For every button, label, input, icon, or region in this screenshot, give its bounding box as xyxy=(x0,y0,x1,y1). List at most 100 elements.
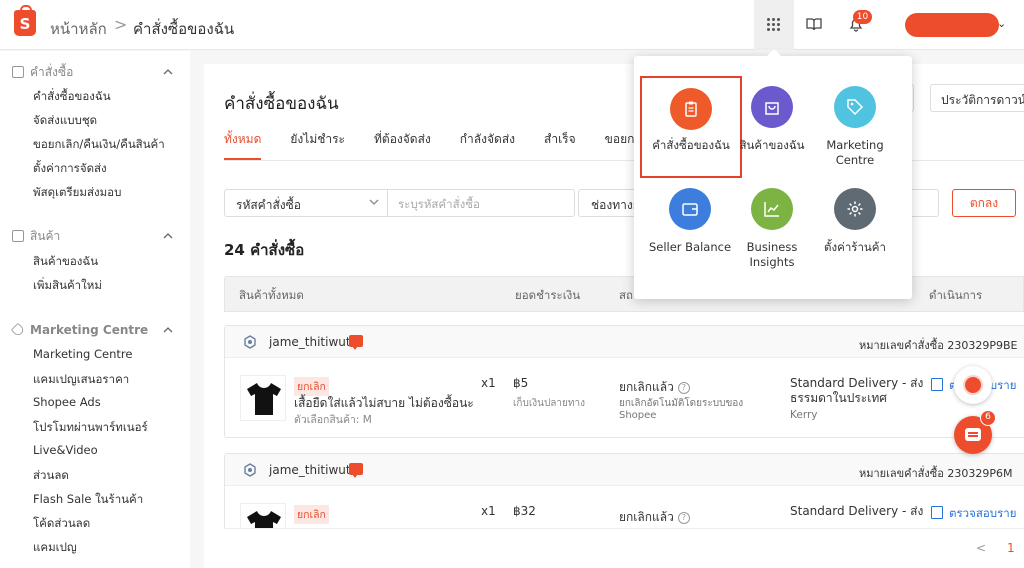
app-my-orders[interactable]: คำสั่งซื้อของฉัน xyxy=(640,76,742,178)
help-icon[interactable]: ? xyxy=(677,381,690,394)
order-count: 24 คำสั่งซื้อ xyxy=(224,241,305,259)
shopee-logo[interactable]: S xyxy=(14,5,36,36)
sidebar-section-marketing[interactable]: Marketing Centre xyxy=(10,321,149,339)
order-total: ฿32 xyxy=(513,504,536,518)
order-status: ยกเลิกแล้ว? xyxy=(619,378,690,397)
product-variant: ตัวเลือกสินค้า: M xyxy=(294,414,372,426)
app-label: คำสั่งซื้อของฉัน xyxy=(652,138,730,152)
app-seller-balance[interactable]: Seller Balance xyxy=(647,188,733,255)
apps-grid-button[interactable] xyxy=(754,0,794,50)
order-number: หมายเลขคำสั่งซื้อ 230329P6M xyxy=(859,467,1013,480)
order-tabs: ทั้งหมด ยังไม่ชำระ ที่ต้องจัดส่ง กำลังจั… xyxy=(224,130,682,160)
app-marketing-centre[interactable]: Marketing Centre xyxy=(812,86,898,168)
sidebar-item-shipping-settings[interactable]: ตั้งค่าการจัดส่ง xyxy=(33,160,107,178)
sidebar-section-title: สินค้า xyxy=(30,228,61,243)
live-button[interactable] xyxy=(954,366,992,404)
sidebar-item-flash-sale[interactable]: Flash Sale ในร้านค้า xyxy=(33,491,143,509)
page-title: คำสั่งซื้อของฉัน xyxy=(224,94,339,114)
app-my-products[interactable]: สินค้าของฉัน xyxy=(729,86,815,153)
order-total: ฿5 xyxy=(513,376,529,390)
app-label: Marketing Centre xyxy=(826,138,884,167)
page-number[interactable]: 1 xyxy=(1007,541,1015,555)
user-account-menu[interactable] xyxy=(905,13,999,37)
sidebar-item-affiliate[interactable]: โปรโมทผ่านพาร์ทเนอร์ xyxy=(33,419,148,437)
breadcrumb-current: คำสั่งซื้อของฉัน xyxy=(133,20,235,38)
sidebar-item-mass-ship[interactable]: จัดส่งแบบชุด xyxy=(33,112,97,130)
chat-icon[interactable] xyxy=(349,463,363,478)
tag-icon xyxy=(834,86,876,128)
order-status-text: ยกเลิกแล้ว xyxy=(619,380,674,394)
chevron-up-icon[interactable] xyxy=(163,231,173,241)
header-product: สินค้าทั้งหมด xyxy=(239,288,304,302)
app-label: Business Insights xyxy=(746,240,798,269)
shopping-bag-icon xyxy=(751,86,793,128)
breadcrumb-home[interactable]: หน้าหลัก xyxy=(50,17,107,41)
wallet-icon xyxy=(669,188,711,230)
order-status: ยกเลิกแล้ว? xyxy=(619,508,690,527)
sidebar-item-discount[interactable]: ส่วนลด xyxy=(33,467,69,485)
app-business-insights[interactable]: Business Insights xyxy=(729,188,815,270)
sidebar-item-returns[interactable]: ขอยกเลิก/คืนเงิน/คืนสินค้า xyxy=(33,136,165,154)
product-qty: x1 xyxy=(481,504,496,518)
prev-page-button[interactable]: < xyxy=(976,541,986,555)
sidebar-item-marketing-centre[interactable]: Marketing Centre xyxy=(33,347,132,361)
buyer-name[interactable]: jame_thitiwut xyxy=(269,335,351,349)
sidebar-section-products[interactable]: สินค้า xyxy=(12,227,60,245)
document-icon xyxy=(931,378,943,391)
sidebar-item-add-product[interactable]: เพิ่มสินค้าใหม่ xyxy=(33,277,102,295)
product-image xyxy=(240,375,286,421)
chat-icon[interactable] xyxy=(349,335,363,350)
chevron-up-icon[interactable] xyxy=(163,67,173,77)
check-details-link[interactable]: ตรวจสอบราย xyxy=(949,505,1016,523)
sidebar-item-shopee-ads[interactable]: Shopee Ads xyxy=(33,395,101,409)
sidebar-item-campaign[interactable]: แคมเปญ xyxy=(33,539,77,557)
order-status-text: ยกเลิกแล้ว xyxy=(619,510,674,524)
product-qty: x1 xyxy=(481,376,496,390)
sidebar-item-vouchers[interactable]: โค้ดส่วนลด xyxy=(33,515,90,533)
document-icon xyxy=(931,506,943,519)
tab-to-ship[interactable]: ที่ต้องจัดส่ง xyxy=(374,130,431,160)
order-card: jame_thitiwut หมายเลขคำสั่งซื้อ 230329P6… xyxy=(224,453,1024,533)
tab-shipping[interactable]: กำลังจัดส่ง xyxy=(460,130,515,160)
sidebar-item-bid-campaign[interactable]: แคมเปญเสนอราคา xyxy=(33,371,129,389)
chat-bubble-icon xyxy=(965,428,981,441)
sidebar-section-title: คำสั่งซื้อ xyxy=(30,64,74,79)
tab-unpaid[interactable]: ยังไม่ชำระ xyxy=(290,130,345,160)
order-header: jame_thitiwut หมายเลขคำสั่งซื้อ 230329P9… xyxy=(225,326,1024,358)
live-icon xyxy=(965,377,981,393)
shipping-channel-select[interactable]: ช่องทางการจัดส่ง xyxy=(578,189,638,217)
chat-badge: 6 xyxy=(980,410,996,426)
chart-line-icon xyxy=(751,188,793,230)
pagination: < 1 xyxy=(224,528,1024,568)
order-status-detail: ยกเลิกอัตโนมัติโดยระบบของ Shopee xyxy=(619,398,744,421)
tag-icon xyxy=(10,322,26,338)
buyer-avatar-icon xyxy=(244,335,256,349)
sidebar-item-my-products[interactable]: สินค้าของฉัน xyxy=(33,253,98,271)
buyer-name[interactable]: jame_thitiwut xyxy=(269,463,351,477)
tshirt-icon xyxy=(247,383,281,415)
tab-completed[interactable]: สำเร็จ xyxy=(544,130,576,160)
book-icon[interactable] xyxy=(806,16,822,32)
sidebar-item-my-orders[interactable]: คำสั่งซื้อของฉัน xyxy=(33,88,111,106)
tab-all[interactable]: ทั้งหมด xyxy=(224,130,262,160)
chevron-down-icon[interactable]: ⌄ xyxy=(997,17,1006,30)
help-icon[interactable]: ? xyxy=(677,511,690,524)
chevron-up-icon[interactable] xyxy=(163,325,173,335)
top-bar: S หน้าหลัก > คำสั่งซื้อของฉัน 10 ⌄ xyxy=(0,0,1024,50)
search-type-select[interactable]: รหัสคำสั่งซื้อ xyxy=(224,189,388,217)
download-history-button[interactable]: ประวัติการดาวน์โหลด xyxy=(930,84,1024,112)
header-total: ยอดชำระเงิน xyxy=(515,288,581,302)
clipboard-icon xyxy=(12,66,24,78)
gear-icon xyxy=(834,188,876,230)
sidebar-section-title: Marketing Centre xyxy=(30,323,149,337)
app-label: สินค้าของฉัน xyxy=(739,138,805,152)
sidebar-section-orders[interactable]: คำสั่งซื้อ xyxy=(12,63,73,81)
search-ok-button[interactable]: ตกลง xyxy=(952,189,1016,217)
shipping-method: Standard Delivery - ส่งธรรมดาในประเทศ xyxy=(790,376,924,405)
apps-popup: คำสั่งซื้อของฉัน สินค้าของฉัน Marketing … xyxy=(634,49,912,299)
order-id-input[interactable]: ระบุรหัสคำสั่งซื้อ xyxy=(387,189,575,217)
app-shop-settings[interactable]: ตั้งค่าร้านค้า xyxy=(812,188,898,255)
sidebar-item-live-video[interactable]: Live&Video xyxy=(33,443,98,457)
sidebar-item-handover[interactable]: พัสดุเตรียมส่งมอบ xyxy=(33,184,121,202)
apps-grid-icon xyxy=(767,18,781,32)
